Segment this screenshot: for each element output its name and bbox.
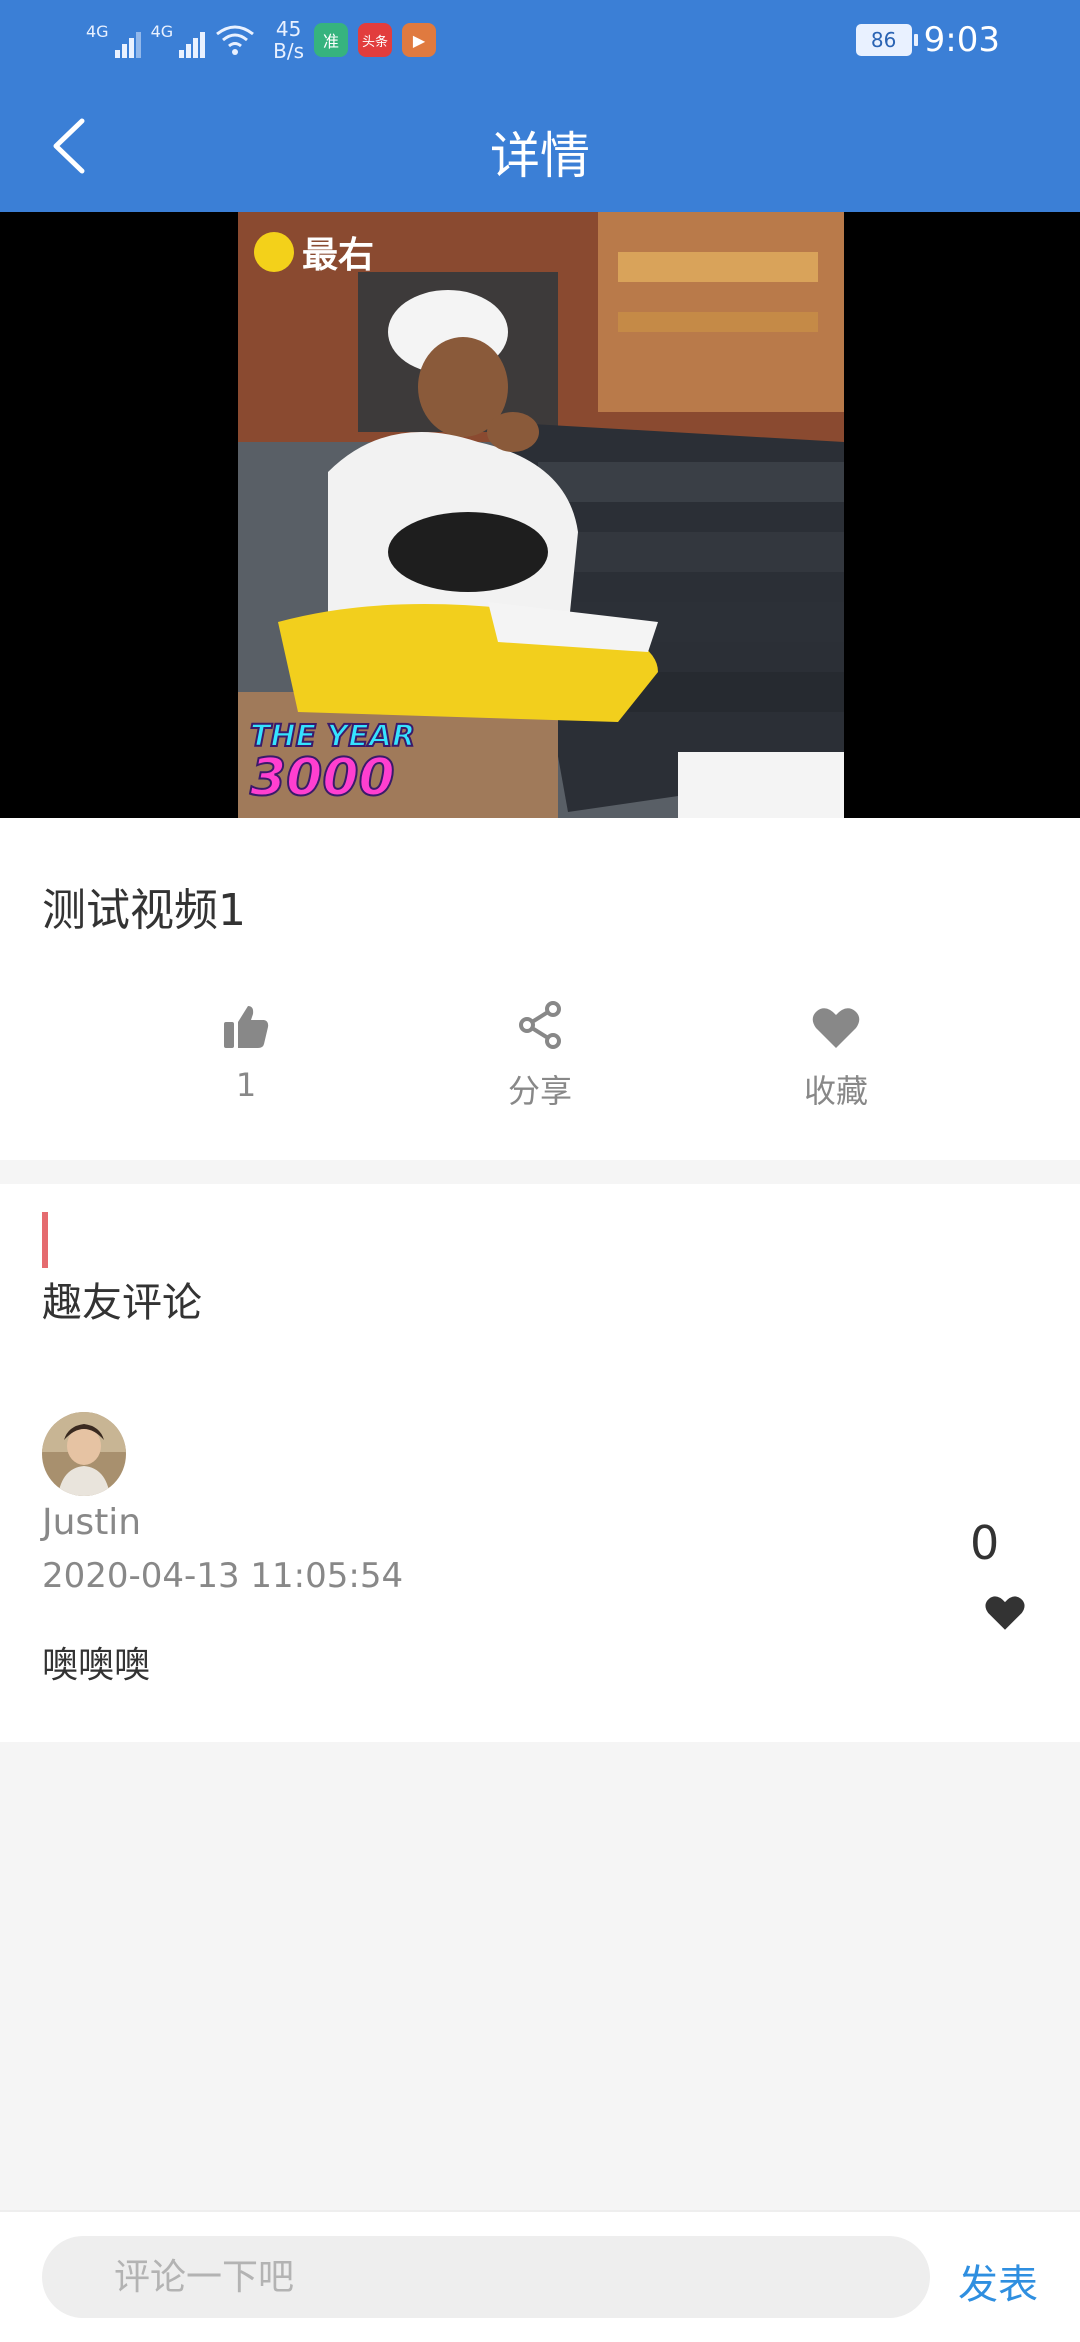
- share-label: 分享: [507, 1072, 572, 1110]
- section-accent-bar: [42, 1212, 48, 1268]
- watermark: 最右: [254, 226, 374, 278]
- heart-icon: [812, 1008, 860, 1048]
- video-player[interactable]: 最右 THE YEAR 3000: [0, 212, 1080, 818]
- battery-level: 86: [870, 28, 897, 52]
- network-type-2: 4G: [150, 22, 174, 41]
- action-row: 1 分享 收藏: [0, 988, 1080, 1138]
- like-count: 1: [235, 1066, 257, 1104]
- comment-like-count: 0: [970, 1516, 1000, 1570]
- app-bar: 详情: [0, 80, 1080, 212]
- watermark-logo-icon: [254, 232, 294, 272]
- comment-text: 噢噢噢: [42, 1645, 151, 1686]
- avatar-image: [42, 1412, 126, 1496]
- avatar[interactable]: [42, 1412, 126, 1496]
- network-type-1: 4G: [86, 22, 109, 41]
- header: 4G 4G 45 B/s 准 头条 ▶ 86 9:03 详情: [0, 0, 1080, 212]
- share-button[interactable]: 分享: [420, 988, 660, 1112]
- comment-bar: 发表: [0, 2210, 1080, 2342]
- page-title: 详情: [490, 127, 590, 185]
- cell-signal-icon-2: 4G: [151, 22, 206, 58]
- status-right: 86 9:03: [855, 20, 1000, 60]
- comment-username[interactable]: Justin: [42, 1502, 141, 1543]
- notification-app-icon-3: ▶: [402, 23, 437, 57]
- notification-app-icon-2: 头条: [358, 23, 393, 57]
- status-bar: 4G 4G 45 B/s 准 头条 ▶ 86 9:03: [0, 0, 1080, 80]
- send-button[interactable]: 发表: [958, 2252, 1038, 2310]
- share-icon: [519, 1001, 561, 1049]
- overlay-line-2: 3000: [249, 748, 396, 808]
- comment-timestamp: 2020-04-13 11:05:54: [42, 1556, 404, 1596]
- favorite-label: 收藏: [803, 1072, 868, 1110]
- favorite-button[interactable]: 收藏: [716, 988, 956, 1112]
- app-icon-label-3: ▶: [412, 30, 426, 50]
- like-button[interactable]: 1: [126, 988, 366, 1104]
- video-frame[interactable]: 最右 THE YEAR 3000: [238, 212, 844, 818]
- cell-signal-icon: 4G: [86, 22, 141, 58]
- thumbs-up-icon: [224, 1006, 269, 1048]
- video-info-card: 测试视频1 1 分享 收藏: [0, 818, 1080, 1160]
- video-overlay-text: THE YEAR 3000: [249, 721, 416, 808]
- speed-unit: B/s: [273, 39, 305, 63]
- comments-title: 趣友评论: [42, 1280, 202, 1326]
- comment-input[interactable]: [42, 2236, 930, 2318]
- comment-like-heart-icon[interactable]: [984, 1594, 1026, 1632]
- network-speed: 45 B/s: [273, 18, 304, 62]
- battery-icon: 86: [855, 24, 918, 56]
- clock: 9:03: [923, 20, 1000, 60]
- watermark-text: 最右: [302, 235, 375, 276]
- app-icon-label-1: 准: [323, 32, 340, 51]
- notification-app-icon-1: 准: [314, 23, 349, 57]
- comments-section: 趣友评论 Justin 2020-04-13 11:05:54 噢噢噢 0: [0, 1184, 1080, 1742]
- app-icon-label-2: 头条: [362, 34, 389, 50]
- status-left: 4G 4G 45 B/s 准 头条 ▶: [86, 18, 437, 62]
- video-title: 测试视频1: [42, 885, 246, 936]
- speed-value: 45: [275, 17, 302, 41]
- wifi-icon: [216, 25, 255, 55]
